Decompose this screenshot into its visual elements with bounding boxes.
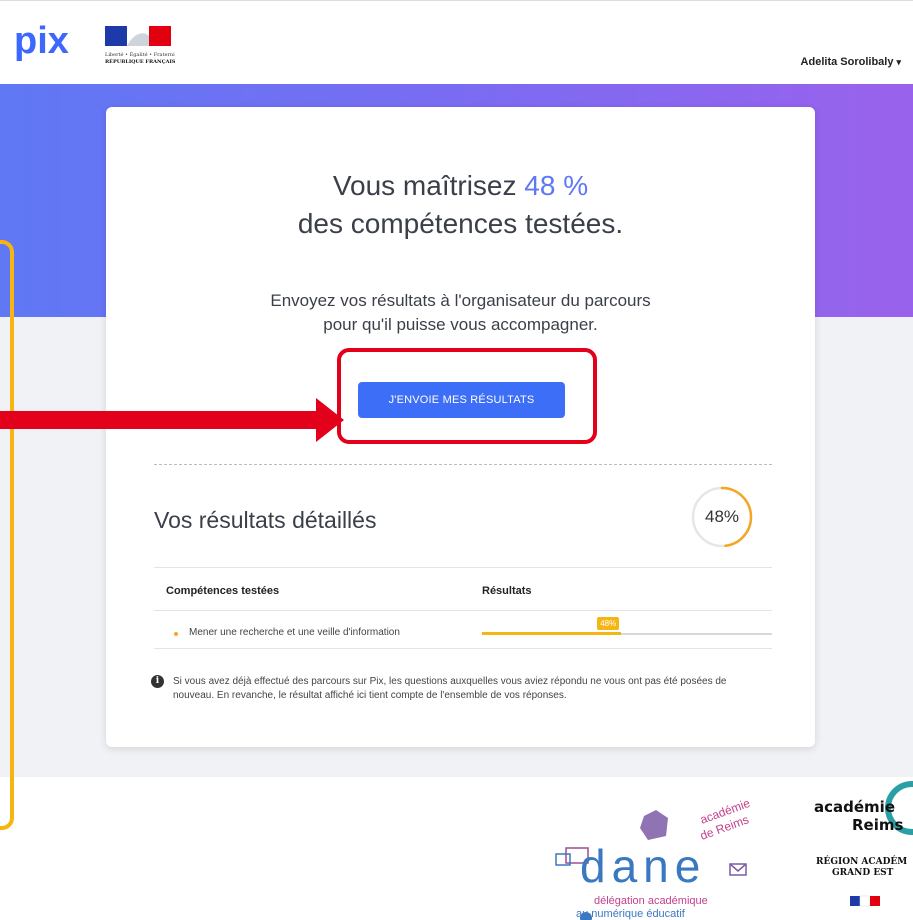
competence-name: Mener une recherche et une veille d'info…: [189, 627, 400, 638]
dane-logo: dane académie de Reims délégation académ…: [555, 796, 752, 920]
info-note-line1: Si vous avez déjà effectué des parcours …: [173, 676, 727, 687]
table-header-line: [154, 610, 772, 611]
send-message-line1: Envoyez vos résultats à l'organisateur d…: [270, 291, 651, 310]
result-progress-fill: [482, 632, 622, 635]
result-badge: 48%: [597, 617, 620, 630]
dane-line1: délégation académique: [594, 895, 708, 907]
annotation-yellow-frame: [0, 240, 14, 830]
academie-word: académie: [814, 798, 895, 816]
mastery-headline: Vous maîtrisez 48 % des compétences test…: [106, 167, 815, 243]
info-note-line2: nouveau. En revanche, le résultat affich…: [173, 690, 567, 701]
dane-line2: au numérique éducatif: [576, 908, 686, 920]
user-name: Adelita Sorolibaly: [800, 56, 894, 68]
info-note: Si vous avez déjà effectué des parcours …: [173, 675, 773, 703]
dashed-divider: [154, 464, 772, 465]
details-title: Vos résultats détaillés: [154, 507, 377, 533]
row-bullet: [174, 632, 178, 636]
annotation-arrow: [0, 411, 320, 429]
user-menu[interactable]: Adelita Sorolibaly ▾: [801, 56, 901, 68]
reims-word: Reims: [852, 816, 903, 834]
academie-reims-logo: académie Reims RÉGION ACADÉM GRAND EST: [814, 781, 913, 907]
region-line2: GRAND EST: [832, 868, 894, 878]
pix-logo-text: pix: [14, 20, 69, 62]
republic-motto: Liberté • Égalité • Fraternité: [105, 50, 175, 58]
region-line1: RÉGION ACADÉM: [816, 855, 907, 867]
republic-name: RÉPUBLIQUE FRANÇAISE: [105, 57, 175, 65]
send-message-line2: pour qu'il puisse vous accompagner.: [323, 315, 598, 334]
dane-word: dane: [580, 840, 706, 892]
mastery-suffix: des compétences testées.: [297, 208, 624, 239]
table-bottom-line: [154, 648, 772, 649]
mastery-percent: 48 %: [524, 170, 589, 201]
annotation-arrow-head: [316, 398, 344, 442]
top-header: pix Liberté • Égalité • Fraternité RÉPUB…: [0, 0, 913, 84]
chevron-down-icon: ▾: [896, 57, 901, 67]
republique-francaise-logo: Liberté • Égalité • Fraternité RÉPUBLIQU…: [105, 26, 175, 65]
overall-gauge-label: 48%: [704, 507, 740, 526]
send-message: Envoyez vos résultats à l'organisateur d…: [106, 289, 815, 337]
column-header-results: Résultats: [482, 585, 532, 597]
table-top-line: [154, 567, 772, 568]
mastery-prefix: Vous maîtrisez: [332, 170, 517, 201]
annotation-red-highlight: [337, 348, 597, 444]
pix-logo[interactable]: pix: [14, 19, 84, 65]
info-icon: i: [151, 675, 164, 688]
column-header-competences: Compétences testées: [166, 585, 280, 597]
result-progress-track: [482, 632, 772, 635]
